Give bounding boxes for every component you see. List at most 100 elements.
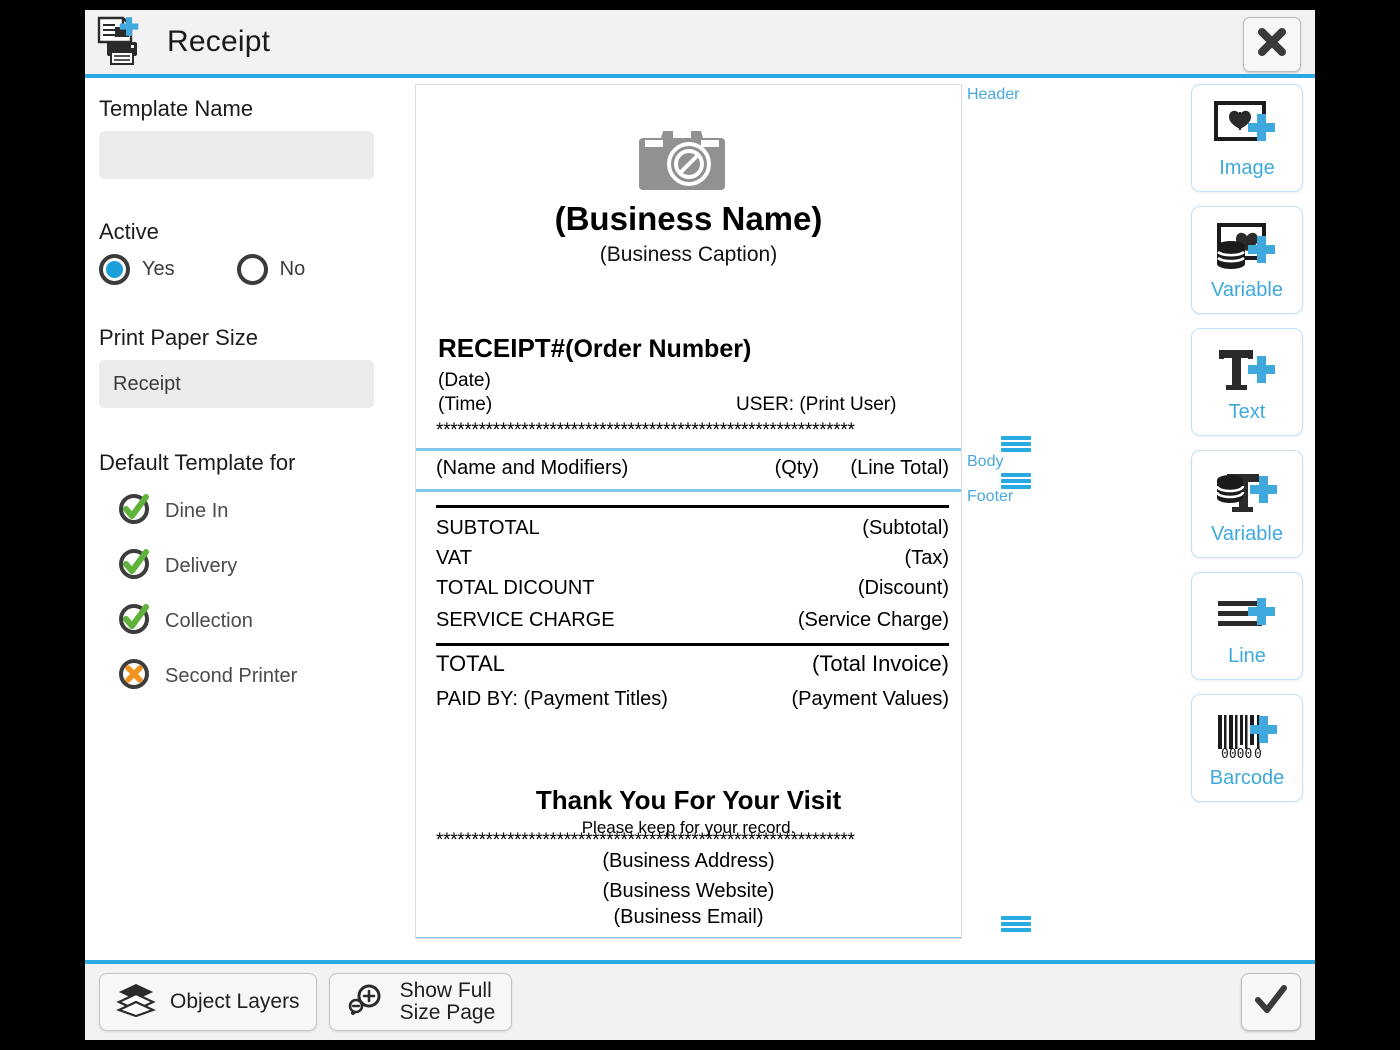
radio-unselected-icon <box>237 254 268 285</box>
totals-row-vat: VAT (Tax) <box>436 547 949 570</box>
business-website: (Business Website) <box>416 880 961 903</box>
thank-you-message: Thank You For Your Visit <box>416 785 961 816</box>
receipt-date: (Date) <box>438 370 491 392</box>
receipt-title: RECEIPT# <box>438 333 565 363</box>
show-full-size-line1: Show Full <box>400 979 492 1002</box>
body-drag-handle[interactable] <box>1001 436 1031 452</box>
active-label: Active <box>99 219 415 245</box>
text-add-icon <box>1213 341 1281 399</box>
footer-end-drag-handle[interactable] <box>1001 916 1031 932</box>
image-add-icon <box>1213 97 1281 155</box>
separator-asterisks: ****************************************… <box>436 420 947 442</box>
grand-total-label: TOTAL <box>436 651 505 677</box>
active-radio-group: Yes No <box>99 254 415 285</box>
body-footer-divider[interactable] <box>416 489 962 492</box>
show-full-size-line2: Size Page <box>400 1001 496 1024</box>
totals-value: (Discount) <box>858 577 949 600</box>
check-circle-icon <box>117 547 151 586</box>
tool-label: Variable <box>1211 523 1283 546</box>
line-item-name: (Name and Modifiers) <box>436 457 699 480</box>
totals-value: (Subtotal) <box>862 517 949 540</box>
close-button[interactable] <box>1243 17 1301 72</box>
line-item-total: (Line Total) <box>819 457 949 480</box>
add-text-variable-button[interactable]: Variable <box>1191 450 1303 558</box>
svg-text:0: 0 <box>1254 747 1262 762</box>
default-template-label: Delivery <box>165 555 237 578</box>
receipt-time: (Time) <box>438 394 492 416</box>
section-label-footer: Footer <box>967 488 1013 506</box>
template-name-label: Template Name <box>99 96 415 122</box>
footer-drag-handle[interactable] <box>1001 473 1031 489</box>
paid-by-value: (Payment Values) <box>792 688 949 711</box>
default-template-item-collection[interactable]: Collection <box>117 602 415 641</box>
cross-circle-icon <box>117 657 151 696</box>
show-full-size-page-label: Show Full Size Page <box>400 980 496 1024</box>
template-settings-form: Template Name Active Yes No Print Paper … <box>85 78 415 960</box>
paid-by-label: PAID BY: (Payment Titles) <box>436 688 668 711</box>
template-name-input[interactable] <box>99 131 374 179</box>
tool-label: Variable <box>1211 279 1283 302</box>
radio-selected-icon <box>99 254 130 285</box>
totals-top-rule <box>436 505 949 508</box>
object-layers-label: Object Layers <box>170 991 300 1013</box>
totals-value: (Tax) <box>905 547 949 570</box>
text-variable-add-icon <box>1213 463 1281 521</box>
title-bar: Receipt <box>85 10 1315 78</box>
totals-row-subtotal: SUBTOTAL (Subtotal) <box>436 517 949 540</box>
totals-label: SERVICE CHARGE <box>436 609 615 632</box>
default-template-item-dine-in[interactable]: Dine In <box>117 492 415 531</box>
line-add-icon <box>1213 585 1281 643</box>
default-template-item-delivery[interactable]: Delivery <box>117 547 415 586</box>
business-caption: (Business Caption) <box>416 243 961 267</box>
section-label-header: Header <box>967 86 1019 104</box>
default-template-label: Collection <box>165 610 253 633</box>
default-template-item-second-printer[interactable]: Second Printer <box>117 657 415 696</box>
section-label-body: Body <box>967 453 1003 471</box>
active-radio-yes-label: Yes <box>142 258 175 281</box>
barcode-add-icon: 0000 0 <box>1213 707 1281 765</box>
business-email: (Business Email) <box>416 906 961 929</box>
receipt-title-row: RECEIPT#(Order Number) <box>438 333 751 364</box>
receipt-template-editor-window: Receipt Template Name Active <box>85 10 1315 1040</box>
grand-total-rule <box>436 643 949 646</box>
tool-label: Text <box>1229 401 1266 424</box>
print-paper-size-label: Print Paper Size <box>99 325 415 351</box>
add-line-button[interactable]: Line <box>1191 572 1303 680</box>
object-layers-button[interactable]: Object Layers <box>99 973 317 1031</box>
show-full-size-page-button[interactable]: Show Full Size Page <box>329 973 513 1031</box>
header-body-divider[interactable] <box>416 448 962 451</box>
print-paper-size-select[interactable]: Receipt <box>99 360 374 408</box>
add-text-button[interactable]: Text <box>1191 328 1303 436</box>
tool-label: Line <box>1228 645 1266 668</box>
active-radio-yes[interactable]: Yes <box>99 254 175 285</box>
totals-label: SUBTOTAL <box>436 517 540 540</box>
active-radio-no[interactable]: No <box>237 254 306 285</box>
receipt-preview-area: (Business Name) (Business Caption) RECEI… <box>415 78 1035 960</box>
check-circle-icon <box>117 602 151 641</box>
receipt-user: USER: (Print User) <box>736 394 896 416</box>
business-address: (Business Address) <box>416 850 961 873</box>
order-number: (Order Number) <box>565 335 751 363</box>
default-template-label: Dine In <box>165 500 228 523</box>
totals-value: (Service Charge) <box>798 609 949 632</box>
default-template-for-label: Default Template for <box>99 450 415 476</box>
tool-label: Barcode <box>1210 767 1285 790</box>
active-radio-no-label: No <box>280 258 306 281</box>
totals-label: VAT <box>436 547 472 570</box>
totals-row-service-charge: SERVICE CHARGE (Service Charge) <box>436 609 949 632</box>
tool-label: Image <box>1219 157 1275 180</box>
footer-separator-asterisks: ****************************************… <box>436 830 947 852</box>
grand-total-value: (Total Invoice) <box>812 651 949 677</box>
business-name: (Business Name) <box>416 200 961 238</box>
default-template-label: Second Printer <box>165 665 297 688</box>
add-barcode-button[interactable]: 0000 0 Barcode <box>1191 694 1303 802</box>
layers-icon <box>116 982 156 1023</box>
bottom-toolbar: Object Layers Show Full Size Page <box>85 960 1315 1040</box>
add-image-variable-button[interactable]: Variable <box>1191 206 1303 314</box>
footer-end-divider[interactable] <box>416 937 962 939</box>
confirm-button[interactable] <box>1241 973 1301 1031</box>
editor-body: Template Name Active Yes No Print Paper … <box>85 78 1315 960</box>
add-image-button[interactable]: Image <box>1191 84 1303 192</box>
receipt-page[interactable]: (Business Name) (Business Caption) RECEI… <box>415 84 962 939</box>
totals-row-grand-total: TOTAL (Total Invoice) <box>436 651 949 677</box>
